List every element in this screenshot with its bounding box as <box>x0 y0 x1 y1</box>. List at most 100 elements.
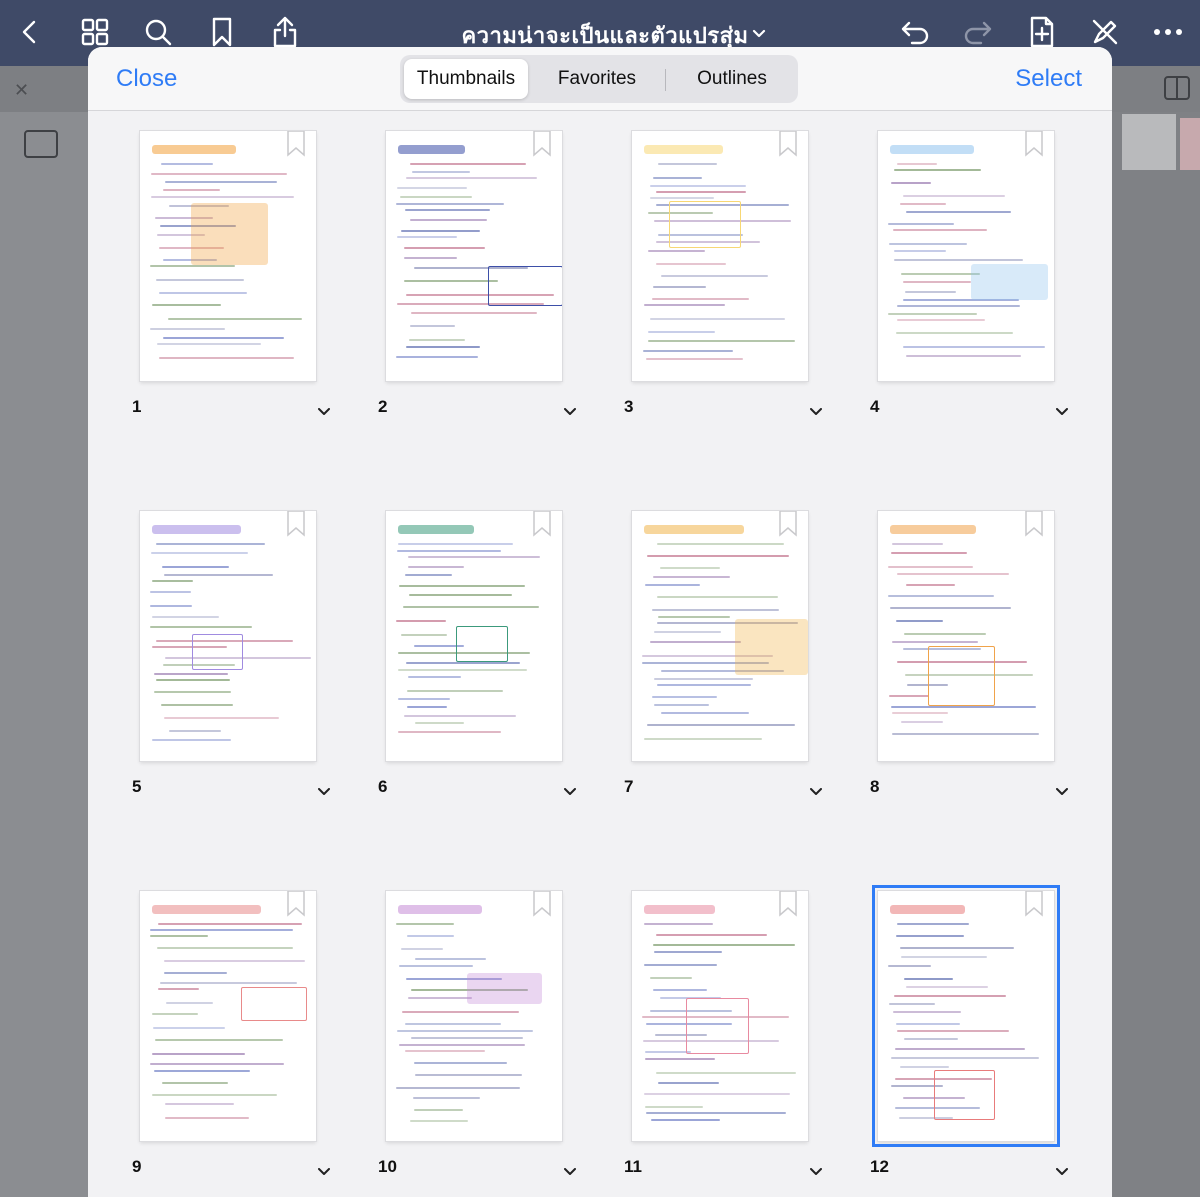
handwriting-line <box>408 566 464 568</box>
bookmark-icon[interactable] <box>1024 891 1044 917</box>
thumbnail-cell[interactable]: 2 <box>378 111 624 416</box>
handwriting-line <box>906 986 988 988</box>
search-icon[interactable] <box>140 14 176 50</box>
tab-favorites[interactable]: Favorites <box>534 59 660 99</box>
select-button[interactable]: Select <box>1015 65 1082 93</box>
handwriting-line <box>891 706 1036 708</box>
handwriting-line <box>169 730 221 732</box>
page-thumbnail[interactable] <box>632 891 808 1141</box>
handwriting-line <box>165 181 277 183</box>
bookmark-icon[interactable] <box>204 14 240 50</box>
page-number: 1 <box>132 397 142 416</box>
chevron-down-icon[interactable] <box>318 781 330 800</box>
page-navigator-sheet: Close Thumbnails Favorites Outlines Sele… <box>88 47 1112 1197</box>
chevron-down-icon[interactable] <box>564 1161 576 1180</box>
thumbnail-cell[interactable]: 3 <box>624 111 870 416</box>
chevron-down-icon[interactable] <box>752 24 766 43</box>
tab-outlines[interactable]: Outlines <box>670 59 794 99</box>
thumbnail-cell[interactable]: 9 <box>132 871 378 1176</box>
chevron-down-icon[interactable] <box>318 1161 330 1180</box>
tab-thumbnails[interactable]: Thumbnails <box>404 59 528 99</box>
add-page-icon[interactable] <box>1024 14 1060 50</box>
chevron-down-icon[interactable] <box>564 781 576 800</box>
handwriting-line <box>153 1027 225 1029</box>
thumbnail-note-box <box>241 987 307 1021</box>
bookmark-icon[interactable] <box>1024 131 1044 157</box>
page-thumbnail[interactable] <box>386 511 562 761</box>
page-thumbnail[interactable] <box>632 131 808 381</box>
bookmark-icon[interactable] <box>778 131 798 157</box>
handwriting-line <box>653 177 702 179</box>
chevron-down-icon[interactable] <box>810 1161 822 1180</box>
handwriting-line <box>406 662 520 664</box>
bookmark-icon[interactable] <box>1024 511 1044 537</box>
handwriting-line <box>398 698 450 700</box>
pen-off-icon[interactable] <box>1087 14 1123 50</box>
thumbnail-cell[interactable]: 1 <box>132 111 378 416</box>
chevron-down-icon[interactable] <box>1056 781 1068 800</box>
chevron-down-icon[interactable] <box>1056 401 1068 420</box>
page-thumbnail[interactable] <box>140 891 316 1141</box>
bookmark-icon[interactable] <box>778 511 798 537</box>
handwriting-line <box>645 584 700 586</box>
handwriting-line <box>644 964 717 966</box>
more-icon[interactable] <box>1150 14 1186 50</box>
share-icon[interactable] <box>267 14 303 50</box>
back-icon[interactable] <box>12 14 48 50</box>
bookmark-icon[interactable] <box>286 511 306 537</box>
page-number: 9 <box>132 1157 142 1176</box>
thumbnail-note-box <box>735 619 808 675</box>
background-close-tab-icon: ✕ <box>14 80 30 101</box>
handwriting-line <box>654 704 709 706</box>
page-thumbnail[interactable] <box>872 885 1060 1147</box>
thumbnail-cell[interactable]: 5 <box>132 491 378 796</box>
page-thumbnail[interactable] <box>632 511 808 761</box>
handwriting-line <box>656 1072 796 1074</box>
page-thumbnail[interactable] <box>386 131 562 381</box>
page-thumbnail[interactable] <box>878 131 1054 381</box>
page-thumbnail[interactable] <box>140 511 316 761</box>
chevron-down-icon[interactable] <box>318 401 330 420</box>
handwriting-line <box>408 676 461 678</box>
thumbnail-cell[interactable]: 7 <box>624 491 870 796</box>
bookmark-icon[interactable] <box>286 891 306 917</box>
chevron-down-icon[interactable] <box>810 781 822 800</box>
bookmark-icon[interactable] <box>778 891 798 917</box>
bookmark-icon[interactable] <box>532 131 552 157</box>
handwriting-line <box>150 265 235 267</box>
grid-icon[interactable] <box>77 14 113 50</box>
thumbnail-cell[interactable]: 12 <box>870 871 1112 1176</box>
handwriting-line <box>398 669 527 671</box>
thumbnail-cell[interactable]: 10 <box>378 871 624 1176</box>
handwriting-line <box>658 1082 719 1084</box>
page-thumbnail[interactable] <box>878 511 1054 761</box>
handwriting-line <box>654 631 721 633</box>
page-number: 2 <box>378 397 388 416</box>
close-button[interactable]: Close <box>116 65 177 93</box>
chevron-down-icon[interactable] <box>564 401 576 420</box>
page-number: 12 <box>870 1157 889 1176</box>
handwriting-line <box>405 1023 501 1025</box>
handwriting-line <box>401 948 443 950</box>
handwriting-line <box>165 1103 234 1105</box>
thumbnail-cell[interactable]: 4 <box>870 111 1112 416</box>
handwriting-line <box>413 1097 480 1099</box>
thumbnail-note-box <box>488 266 562 306</box>
thumbnail-cell[interactable]: 8 <box>870 491 1112 796</box>
handwriting-line <box>644 1093 790 1095</box>
handwriting-line <box>410 1120 468 1122</box>
background-page-preview <box>1122 114 1176 170</box>
handwriting-line <box>892 712 948 714</box>
bookmark-icon[interactable] <box>286 131 306 157</box>
handwriting-line <box>901 721 943 723</box>
chevron-down-icon[interactable] <box>1056 1161 1068 1180</box>
bookmark-icon[interactable] <box>532 891 552 917</box>
bookmark-icon[interactable] <box>532 511 552 537</box>
chevron-down-icon[interactable] <box>810 401 822 420</box>
page-thumbnail[interactable] <box>386 891 562 1141</box>
undo-icon[interactable] <box>897 14 933 50</box>
page-thumbnail[interactable] <box>140 131 316 381</box>
thumbnail-note-box <box>971 264 1048 300</box>
thumbnail-cell[interactable]: 11 <box>624 871 870 1176</box>
thumbnail-cell[interactable]: 6 <box>378 491 624 796</box>
